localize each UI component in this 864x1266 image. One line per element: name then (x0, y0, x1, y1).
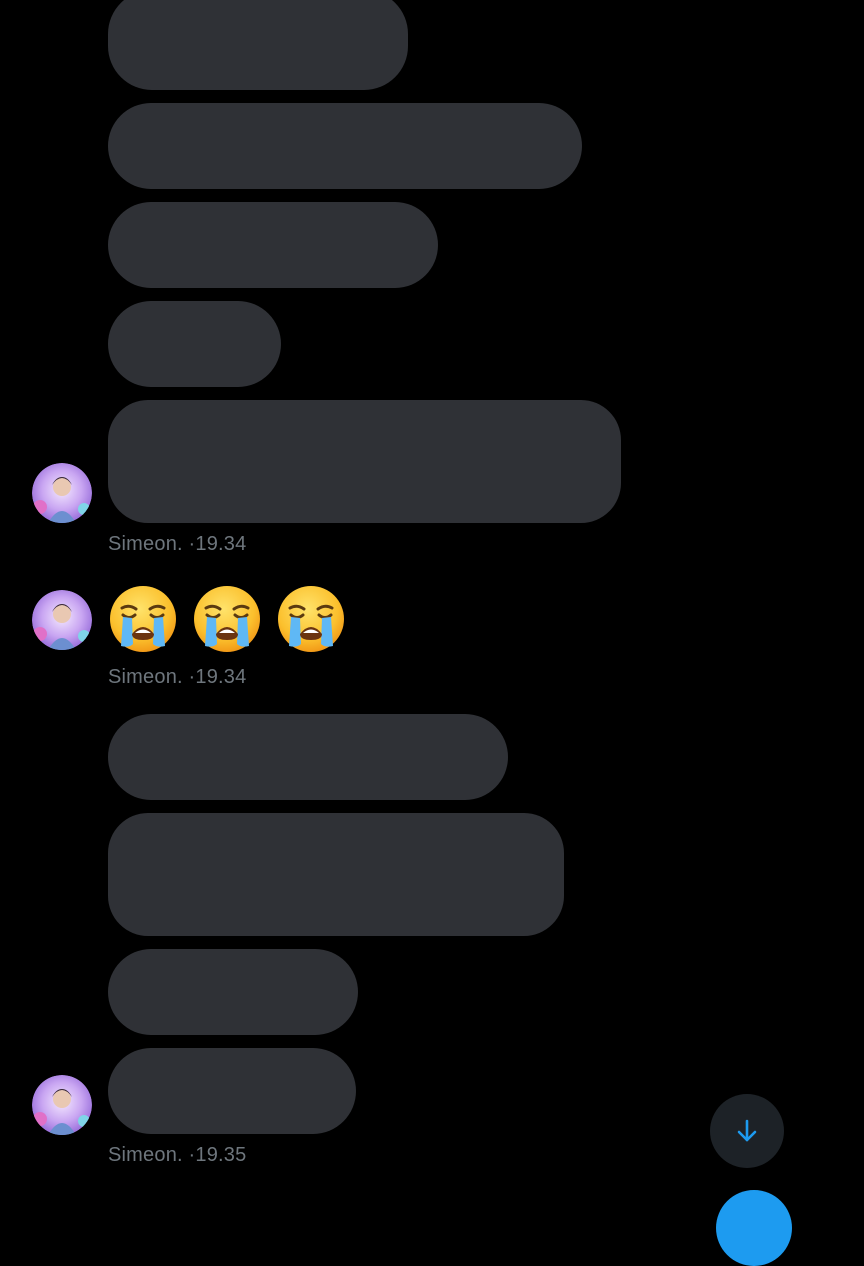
loudly-crying-face-emoji (194, 586, 260, 652)
message-bubble[interactable] (108, 202, 438, 288)
message-timestamp: Simeon. ·19.34 (108, 666, 247, 688)
scroll-to-bottom-button[interactable] (710, 1094, 784, 1168)
message-bubble[interactable] (108, 714, 508, 800)
message-timestamp: Simeon. ·19.34 (108, 533, 247, 555)
message-bubble[interactable] (108, 0, 408, 90)
avatar[interactable] (32, 1075, 92, 1135)
arrow-down-icon (737, 1119, 757, 1142)
emoji-message[interactable] (108, 584, 346, 654)
avatar[interactable] (32, 590, 92, 650)
loudly-crying-face-emoji (278, 586, 344, 652)
message-bubble[interactable] (108, 301, 281, 387)
message-bubble[interactable] (108, 949, 358, 1035)
message-timestamp: Simeon. ·19.35 (108, 1144, 247, 1166)
compose-button[interactable] (716, 1190, 792, 1266)
message-bubble[interactable] (108, 1048, 356, 1134)
message-bubble[interactable] (108, 103, 582, 189)
loudly-crying-face-emoji (110, 586, 176, 652)
message-bubble[interactable] (108, 813, 564, 936)
avatar[interactable] (32, 463, 92, 523)
message-bubble[interactable] (108, 400, 621, 523)
